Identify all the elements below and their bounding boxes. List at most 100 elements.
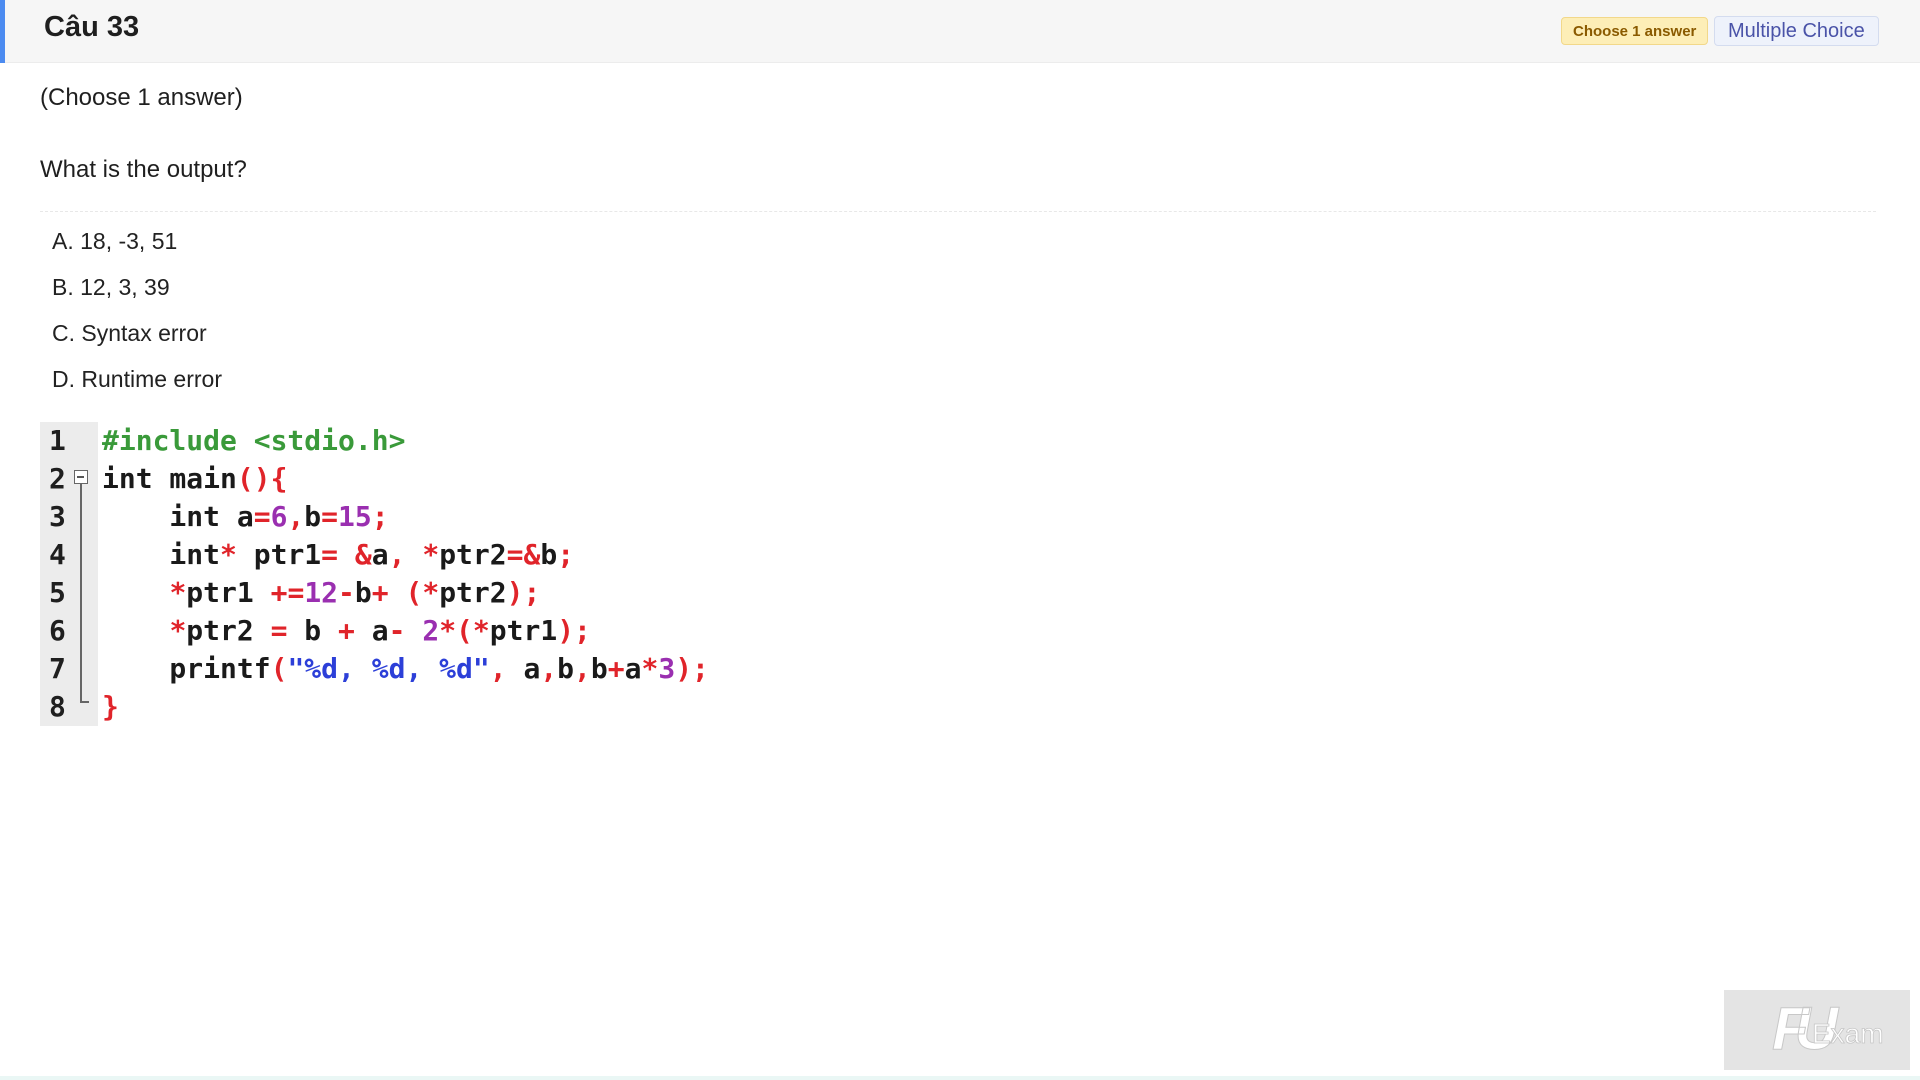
code-token: a xyxy=(354,614,389,647)
code-token: 2 xyxy=(422,614,440,647)
code-token: + xyxy=(607,652,625,685)
code-token: a xyxy=(624,652,642,685)
code-token: ( xyxy=(270,652,288,685)
code-token: * xyxy=(169,614,187,647)
code-token: ptr1 xyxy=(236,538,322,571)
bottom-strip xyxy=(0,1076,1920,1080)
code-line-number: 3 xyxy=(49,500,66,533)
code-token: b xyxy=(304,500,322,533)
code-token: ); xyxy=(675,652,709,685)
code-token: , xyxy=(489,652,507,685)
code-token: ); xyxy=(557,614,591,647)
code-line-text: *ptr2 = b + a- 2*(*ptr1); xyxy=(102,612,591,650)
code-token: , xyxy=(574,652,591,685)
code-token: } xyxy=(102,690,119,723)
code-token: int a xyxy=(102,500,254,533)
code-token: + xyxy=(371,576,389,609)
code-token: (){ xyxy=(236,462,288,495)
code-token: * xyxy=(641,652,659,685)
code-line-text: #include <stdio.h> xyxy=(102,422,405,460)
code-line-number: 2 xyxy=(49,462,66,495)
fold-guide-line xyxy=(80,484,82,702)
code-token: ; xyxy=(557,538,575,571)
code-token: a xyxy=(506,652,541,685)
code-token: , xyxy=(540,652,558,685)
code-token: - xyxy=(338,576,355,609)
code-token: 15 xyxy=(338,500,372,533)
code-token: 12 xyxy=(304,576,339,609)
option-b[interactable]: B. 12, 3, 39 xyxy=(52,272,222,318)
question-text: What is the output? xyxy=(40,156,247,183)
code-token: "%d, %d, %d" xyxy=(287,652,490,685)
code-line-text: int* ptr1= &a, *ptr2=&b; xyxy=(102,536,574,574)
code-token: , xyxy=(388,538,406,571)
code-line-number: 4 xyxy=(49,538,66,571)
code-token: , xyxy=(287,500,305,533)
code-token: - xyxy=(388,614,406,647)
answer-count-badge: Choose 1 answer xyxy=(1561,17,1709,45)
question-type-badge: Multiple Choice xyxy=(1714,16,1879,46)
code-token: += xyxy=(270,576,305,609)
fu-exam-logo: FU Exam xyxy=(1724,990,1910,1070)
option-d[interactable]: D. Runtime error xyxy=(52,364,222,410)
code-line-number: 6 xyxy=(49,614,66,647)
question-header: Câu 33 Choose 1 answer Multiple Choice xyxy=(0,0,1920,63)
code-token: (* xyxy=(405,576,440,609)
code-token: & xyxy=(354,538,372,571)
question-instruction: (Choose 1 answer) xyxy=(40,84,243,111)
code-line-text: printf("%d, %d, %d", a,b,b+a*3); xyxy=(102,650,709,688)
code-line-number: 5 xyxy=(49,576,66,609)
code-token: b xyxy=(590,652,608,685)
divider xyxy=(40,211,1876,212)
code-token: printf xyxy=(102,652,271,685)
logo-word: Exam xyxy=(1812,1018,1884,1050)
code-token: ); xyxy=(506,576,541,609)
code-token: ; xyxy=(371,500,389,533)
code-line-text: *ptr1 +=12-b+ (*ptr2); xyxy=(102,574,540,612)
code-token: b xyxy=(354,576,372,609)
code-image: 1 #include <stdio.h> 2 int main(){3 int a=6… xyxy=(40,422,710,726)
code-token: = xyxy=(270,614,288,647)
code-token: 6 xyxy=(270,500,288,533)
code-token: ptr1 xyxy=(489,614,558,647)
code-token: * xyxy=(169,576,187,609)
code-token: #include <stdio.h> xyxy=(102,424,406,457)
code-line-number: 1 xyxy=(49,424,66,457)
code-token: b xyxy=(557,652,575,685)
answer-options: A. 18, -3, 51 B. 12, 3, 39 C. Syntax err… xyxy=(52,226,222,410)
code-token: int xyxy=(102,538,221,571)
code-token: b xyxy=(540,538,558,571)
code-token: * xyxy=(422,538,440,571)
code-line-number: 7 xyxy=(49,652,66,685)
code-token: = xyxy=(321,538,339,571)
code-token: = xyxy=(253,500,271,533)
code-line-text: int a=6,b=15; xyxy=(102,498,389,536)
code-token: ptr2 xyxy=(439,576,507,609)
code-token: 3 xyxy=(658,652,676,685)
code-token: a xyxy=(371,538,389,571)
code-token: int main xyxy=(102,462,237,495)
option-a[interactable]: A. 18, -3, 51 xyxy=(52,226,222,272)
code-token: =& xyxy=(506,538,541,571)
code-token: ptr2 xyxy=(439,538,507,571)
code-line-text: int main(){ xyxy=(102,460,287,498)
option-c[interactable]: C. Syntax error xyxy=(52,318,222,364)
code-line-number: 8 xyxy=(49,690,66,723)
code-token: b xyxy=(287,614,339,647)
code-token: ptr1 xyxy=(186,576,271,609)
question-number-title: Câu 33 xyxy=(44,11,140,43)
code-token: = xyxy=(321,500,339,533)
header-accent-bar xyxy=(0,0,5,63)
fold-guide-end xyxy=(80,701,89,703)
code-token: ptr2 xyxy=(186,614,271,647)
code-token: + xyxy=(338,614,355,647)
code-token: *(* xyxy=(439,614,490,647)
code-line-text: } xyxy=(102,688,119,726)
code-token: * xyxy=(220,538,237,571)
